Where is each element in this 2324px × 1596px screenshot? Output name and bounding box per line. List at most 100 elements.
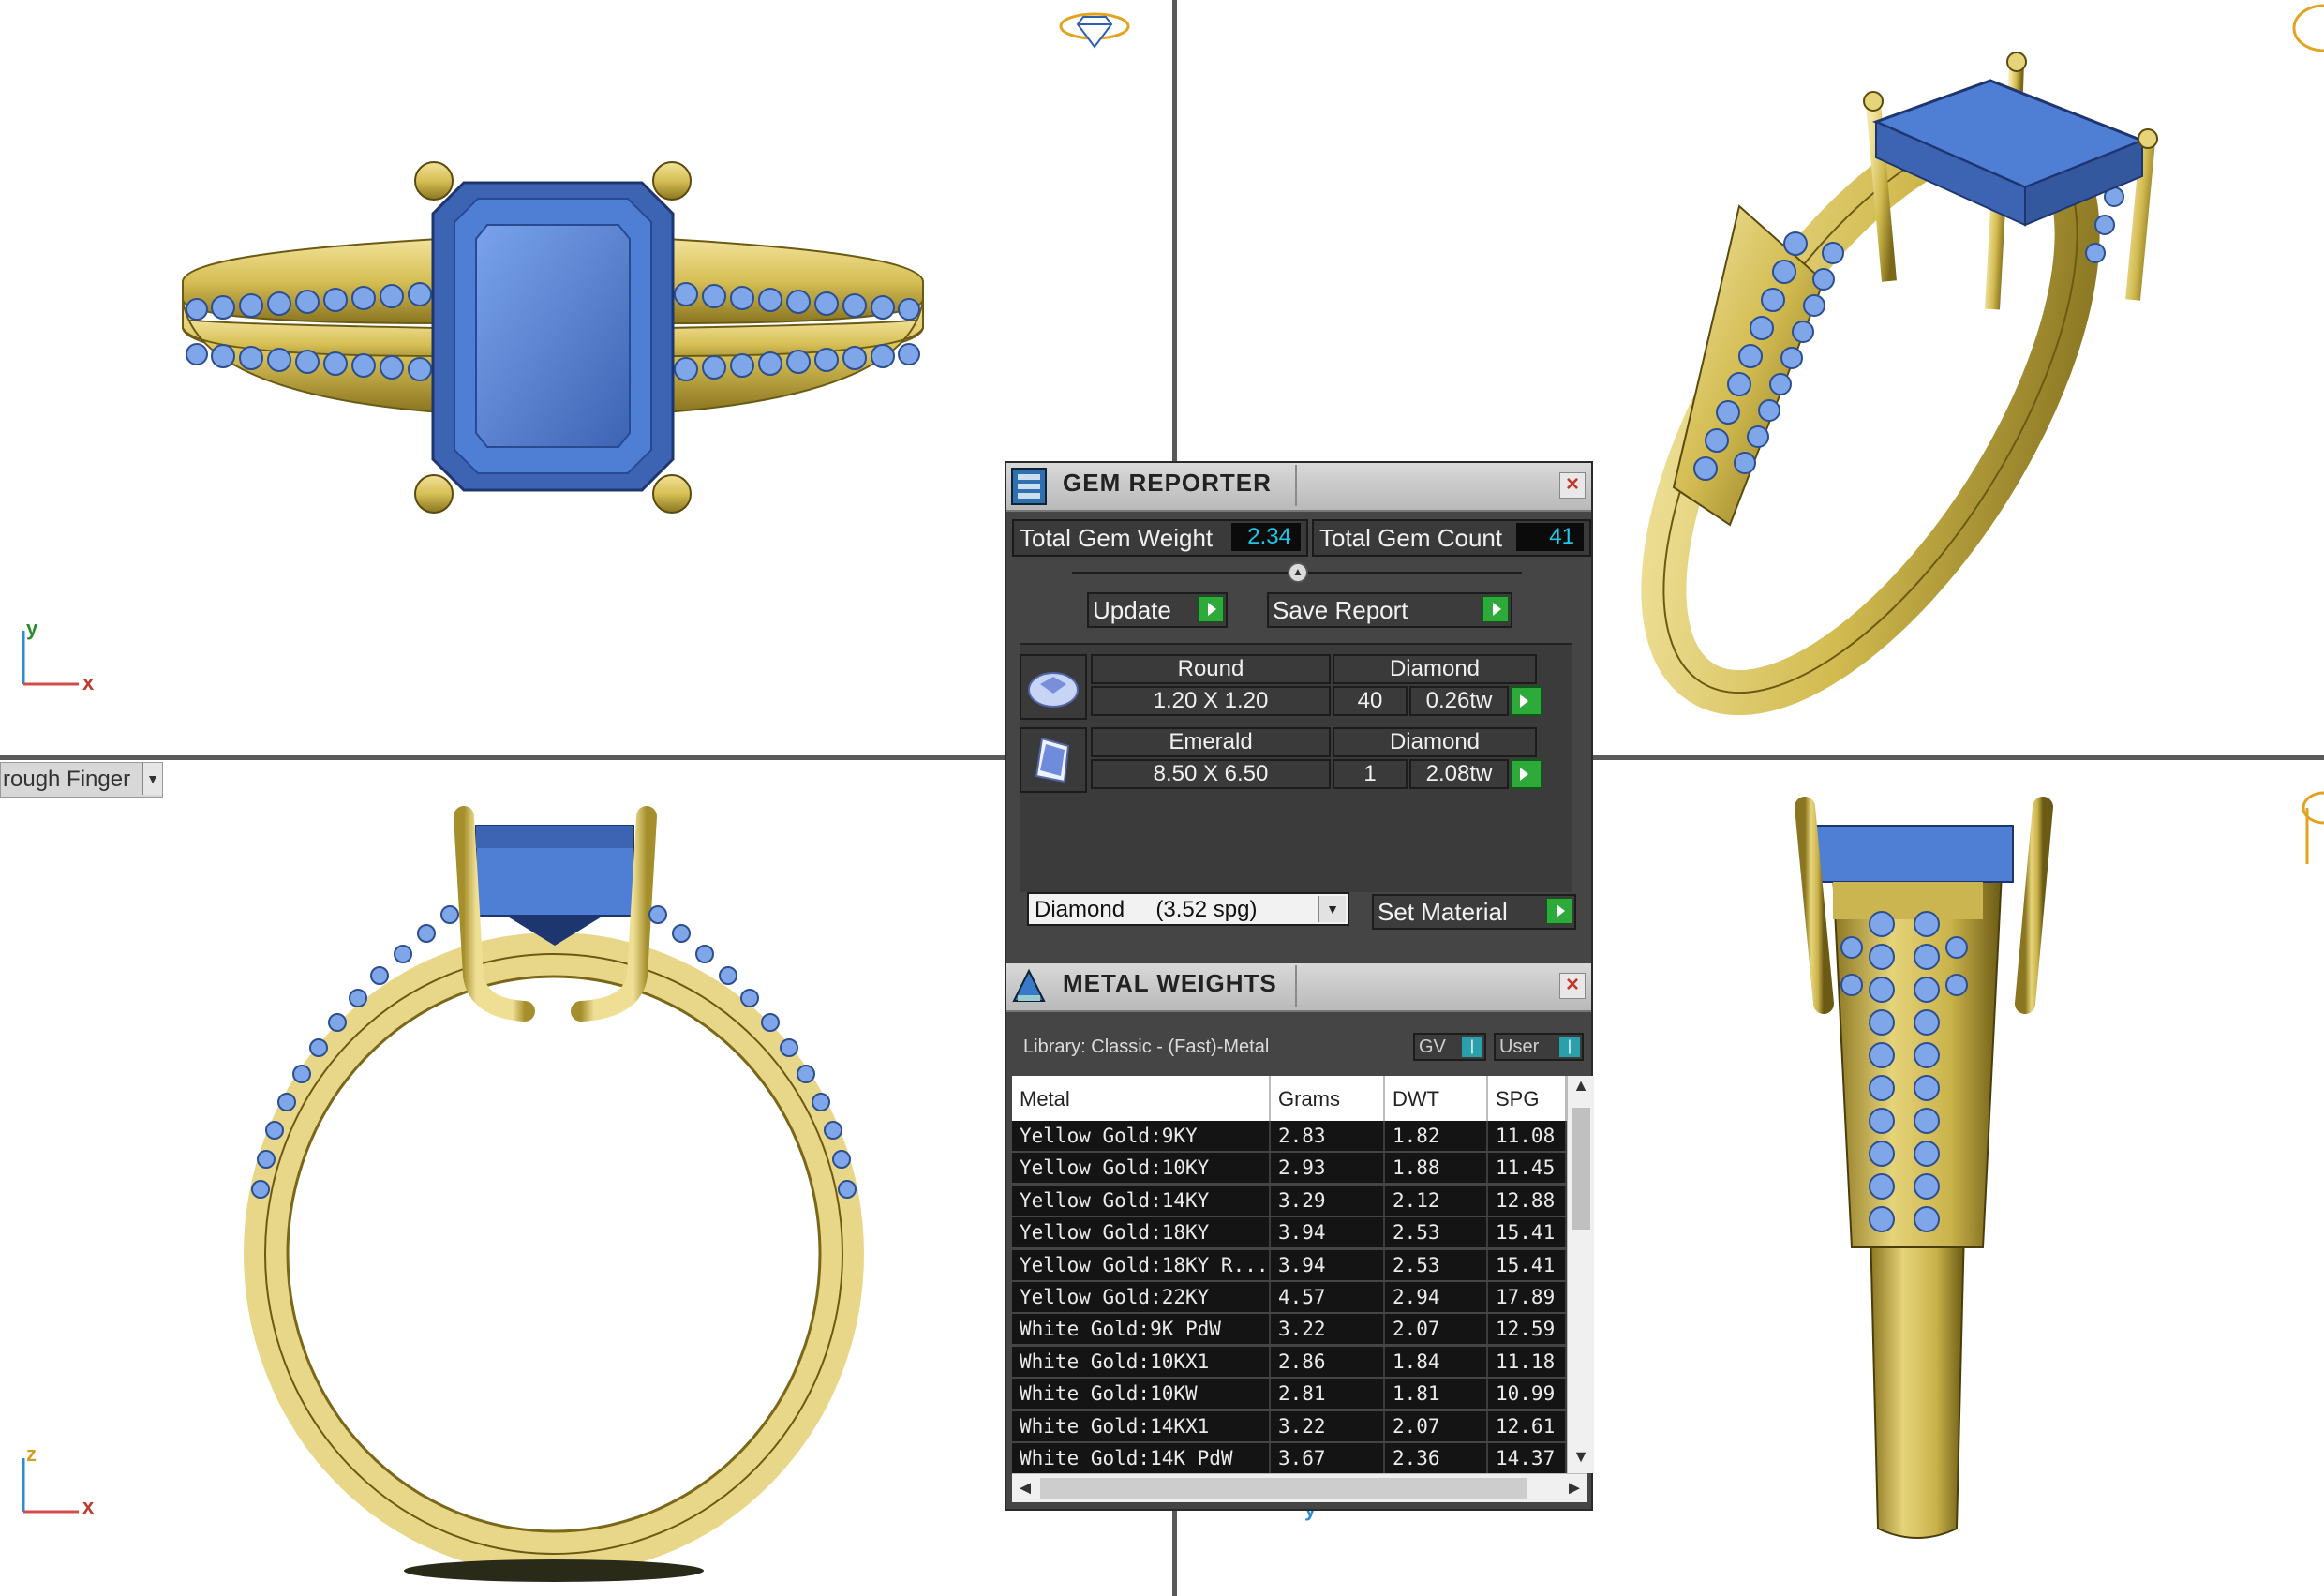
- metal-name-cell: White Gold:10KX1: [1012, 1346, 1271, 1377]
- axis-gizmo-icon: [22, 631, 79, 686]
- gem-select-button[interactable]: [1511, 686, 1542, 716]
- grams-cell: 3.29: [1271, 1185, 1385, 1216]
- gem-list: Round Diamond 1.20 X 1.20 40 0.26tw Emer…: [1020, 643, 1572, 892]
- gem-reporter-title: GEM REPORTER: [1063, 469, 1272, 497]
- viewcube-perspective-icon[interactable]: [2287, 0, 2324, 66]
- vertical-scrollbar[interactable]: ▲ ▼: [1567, 1076, 1594, 1473]
- chevron-down-icon[interactable]: ▼: [142, 763, 162, 795]
- scroll-up-icon[interactable]: ▲: [1568, 1076, 1594, 1102]
- save-report-button[interactable]: Save Report: [1267, 592, 1512, 628]
- dwt-cell: 1.81: [1385, 1379, 1488, 1410]
- table-row[interactable]: Yellow Gold:14KY 3.29 2.12 12.88: [1012, 1185, 1567, 1217]
- gv-toggle-label: GV: [1419, 1037, 1446, 1057]
- scroll-left-icon[interactable]: ◄: [1012, 1474, 1038, 1502]
- viewcube-icon[interactable]: [1057, 6, 1132, 52]
- total-gem-count-box: Total Gem Count 41: [1312, 519, 1591, 557]
- metal-name-cell: Yellow Gold:18KY: [1012, 1217, 1271, 1248]
- table-row[interactable]: Yellow Gold:18KY 3.94 2.53 15.41: [1012, 1217, 1567, 1249]
- table-row[interactable]: White Gold:9K PdW 3.22 2.07 12.59: [1012, 1314, 1567, 1346]
- scroll-thumb[interactable]: [1572, 1108, 1590, 1230]
- material-select[interactable]: Diamond (3.52 spg) ▼: [1027, 892, 1349, 926]
- column-header-metal[interactable]: Metal: [1012, 1076, 1271, 1121]
- close-icon[interactable]: ×: [1559, 472, 1586, 499]
- gem-select-button[interactable]: [1511, 759, 1542, 789]
- play-icon: [1482, 596, 1509, 622]
- spg-cell: 17.89: [1488, 1282, 1567, 1312]
- metal-name-cell: White Gold:10KW: [1012, 1379, 1271, 1410]
- grams-cell: 2.83: [1271, 1121, 1385, 1151]
- gv-toggle[interactable]: GV |: [1413, 1033, 1486, 1061]
- scroll-down-icon[interactable]: ▼: [1568, 1447, 1594, 1473]
- metal-name-cell: Yellow Gold:9KY: [1012, 1121, 1271, 1151]
- axis-gizmo-front-icon: [22, 1458, 79, 1514]
- table-row[interactable]: White Gold:10KW 2.81 1.81 10.99: [1012, 1379, 1567, 1410]
- user-toggle-label: User: [1499, 1037, 1540, 1057]
- metal-name-cell: White Gold:14KX1: [1012, 1410, 1271, 1441]
- gem-shape-cell: Emerald: [1091, 727, 1331, 757]
- horizontal-scrollbar[interactable]: ◄ ►: [1012, 1473, 1587, 1502]
- table-row[interactable]: White Gold:14K PdW 3.67 2.36 14.37: [1012, 1443, 1567, 1473]
- set-material-button[interactable]: Set Material: [1372, 894, 1576, 930]
- dwt-cell: 2.53: [1385, 1249, 1488, 1280]
- scroll-right-icon[interactable]: ►: [1561, 1474, 1587, 1502]
- grams-cell: 3.22: [1271, 1314, 1385, 1345]
- set-material-label: Set Material: [1378, 898, 1508, 926]
- table-row[interactable]: Yellow Gold:10KY 2.93 1.88 11.45: [1012, 1153, 1567, 1185]
- column-header-spg[interactable]: SPG: [1488, 1076, 1567, 1121]
- metal-name-cell: Yellow Gold:18KY R...: [1012, 1249, 1271, 1280]
- spg-cell: 12.59: [1488, 1314, 1567, 1345]
- table-row[interactable]: White Gold:10KX1 2.86 1.84 11.18: [1012, 1346, 1567, 1379]
- title-separator: [1295, 965, 1297, 1007]
- gem-reporter-icon: [1011, 468, 1047, 505]
- spg-cell: 15.41: [1488, 1217, 1567, 1248]
- spg-cell: 12.61: [1488, 1410, 1567, 1441]
- metal-name-cell: Yellow Gold:22KY: [1012, 1282, 1271, 1312]
- spg-cell: 11.18: [1488, 1346, 1567, 1377]
- gem-material-cell: Diamond: [1333, 654, 1537, 684]
- total-gem-count-label: Total Gem Count: [1319, 524, 1503, 552]
- gem-material-cell: Diamond: [1333, 727, 1537, 757]
- play-icon: [1546, 898, 1572, 924]
- gem-row[interactable]: Emerald Diamond 8.50 X 6.50 1 2.08tw: [1020, 727, 1572, 797]
- metal-name-cell: White Gold:14K PdW: [1012, 1443, 1271, 1473]
- dwt-cell: 2.94: [1385, 1282, 1488, 1312]
- user-toggle[interactable]: User |: [1494, 1033, 1584, 1061]
- spg-cell: 10.99: [1488, 1379, 1567, 1410]
- viewport-top-view[interactable]: y x: [0, 0, 1172, 755]
- table-row[interactable]: Yellow Gold:9KY 2.83 1.82 11.08: [1012, 1121, 1567, 1153]
- toggle-indicator-icon: |: [1462, 1037, 1482, 1057]
- table-row[interactable]: Yellow Gold:22KY 4.57 2.94 17.89: [1012, 1282, 1567, 1314]
- table-row[interactable]: White Gold:14KX1 3.22 2.07 12.61: [1012, 1410, 1567, 1443]
- gem-reporter-titlebar[interactable]: GEM REPORTER ×: [1006, 463, 1591, 512]
- update-label: Update: [1093, 596, 1171, 624]
- gem-size-cell: 8.50 X 6.50: [1091, 759, 1331, 789]
- material-select-value: Diamond (3.52 spg): [1035, 897, 1258, 922]
- total-gem-weight-value: 2.34: [1231, 523, 1301, 551]
- metal-weights-titlebar[interactable]: METAL WEIGHTS ×: [1006, 963, 1591, 1012]
- gem-weight-cell: 2.08tw: [1409, 759, 1509, 789]
- emerald-gem-icon: [1020, 727, 1087, 793]
- scale-icon: [1012, 968, 1046, 1002]
- collapse-up-icon[interactable]: ▲: [1288, 562, 1308, 583]
- gem-row[interactable]: Round Diamond 1.20 X 1.20 40 0.26tw: [1020, 654, 1572, 723]
- chevron-down-icon[interactable]: ▼: [1318, 896, 1346, 922]
- view-mode-dropdown[interactable]: rough Finger ▼: [0, 762, 163, 798]
- dwt-cell: 2.12: [1385, 1185, 1488, 1216]
- round-gem-icon: [1020, 654, 1087, 720]
- grams-cell: 2.86: [1271, 1346, 1385, 1377]
- grams-cell: 3.67: [1271, 1443, 1385, 1473]
- dwt-cell: 2.36: [1385, 1443, 1488, 1473]
- dwt-cell: 2.53: [1385, 1217, 1488, 1248]
- gem-count-cell: 40: [1333, 686, 1408, 716]
- close-icon[interactable]: ×: [1559, 973, 1586, 999]
- viewcube-side-icon[interactable]: [2298, 780, 2324, 873]
- column-header-grams[interactable]: Grams: [1271, 1076, 1385, 1121]
- viewport-front-view[interactable]: z x: [0, 760, 1172, 1596]
- table-row[interactable]: Yellow Gold:18KY R... 3.94 2.53 15.41: [1012, 1249, 1567, 1282]
- dwt-cell: 2.07: [1385, 1410, 1488, 1441]
- scroll-thumb[interactable]: [1040, 1478, 1527, 1499]
- dwt-cell: 2.07: [1385, 1314, 1488, 1345]
- spg-cell: 11.08: [1488, 1121, 1567, 1151]
- update-button[interactable]: Update: [1087, 592, 1228, 628]
- column-header-dwt[interactable]: DWT: [1385, 1076, 1488, 1121]
